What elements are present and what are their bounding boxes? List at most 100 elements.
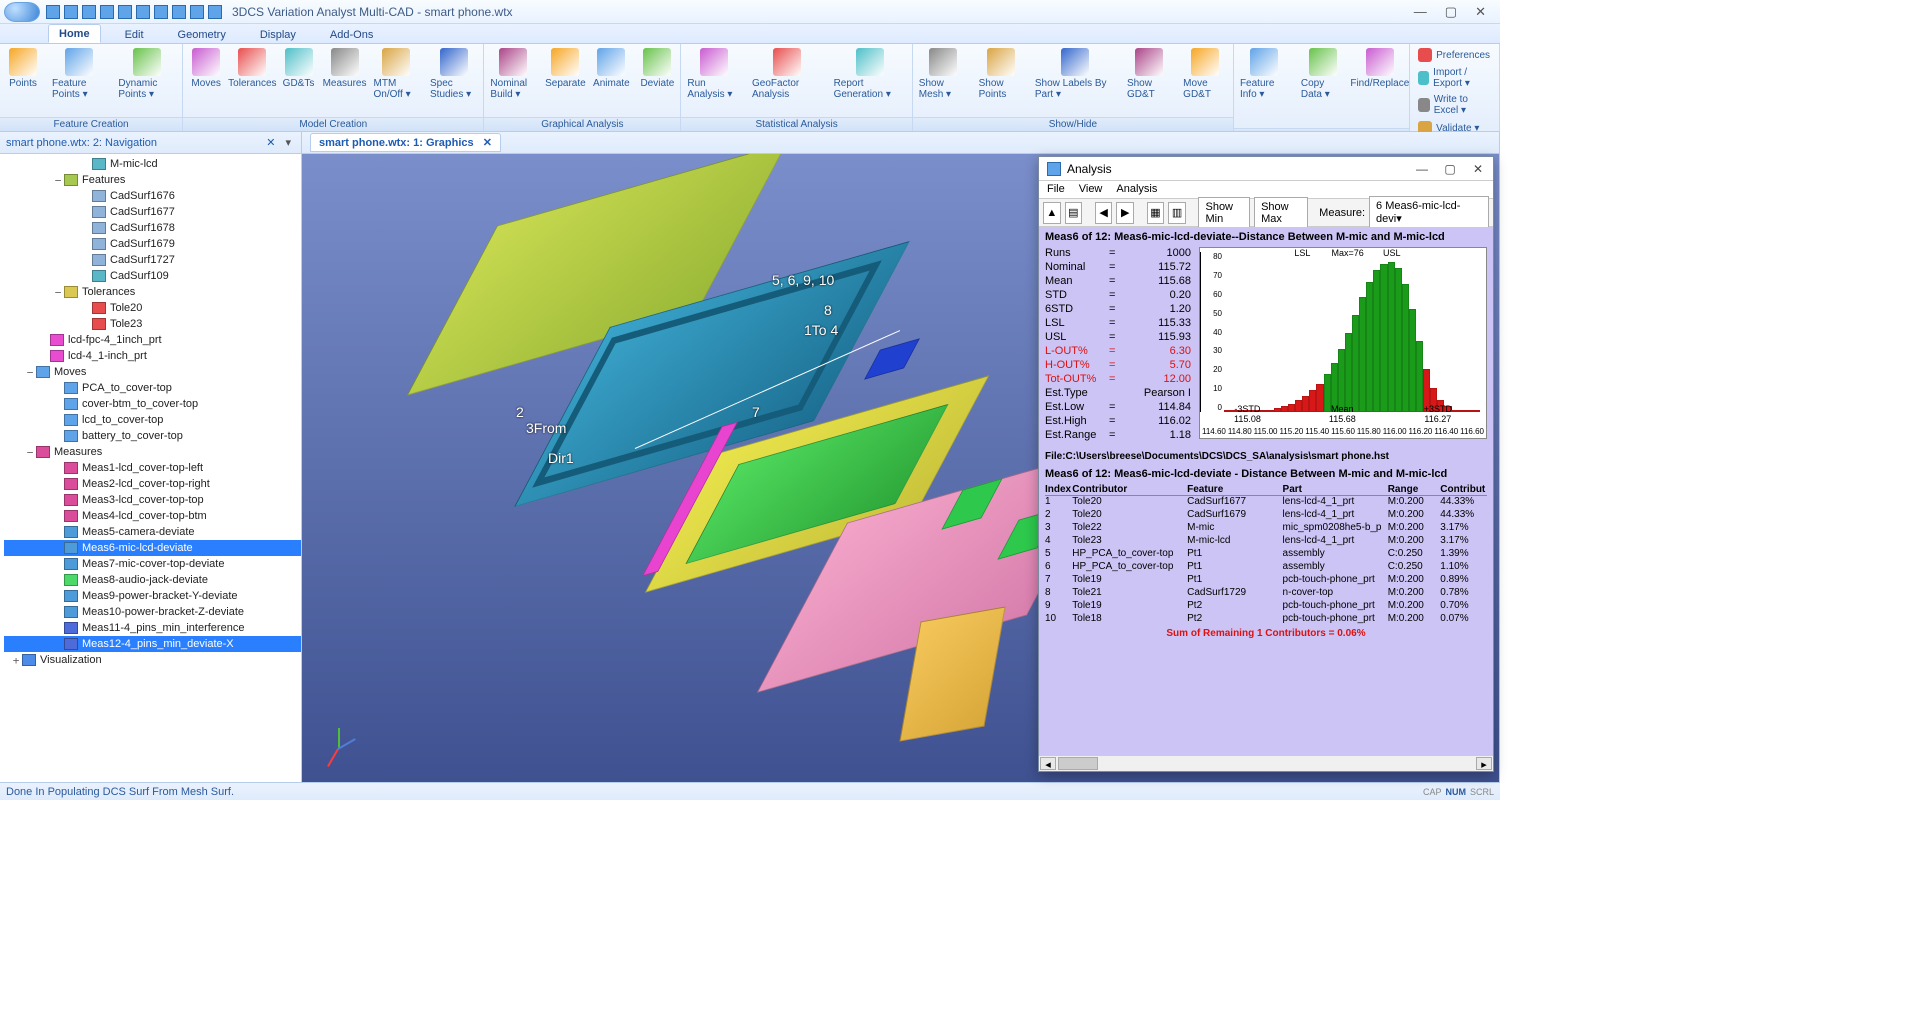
ribbon-tab-edit[interactable]: Edit <box>115 26 154 43</box>
contrib-row[interactable]: 1Tole20CadSurf1677lens-lcd-4_1_prtM:0.20… <box>1045 496 1487 509</box>
navigation-tree[interactable]: M-mic-lcd−FeaturesCadSurf1676CadSurf1677… <box>0 154 301 782</box>
tree-item[interactable]: M-mic-lcd <box>4 156 301 172</box>
tree-item[interactable]: Tole20 <box>4 300 301 316</box>
ribbon-btn[interactable]: Nominal Build ▾ <box>484 44 542 100</box>
tree-item[interactable]: Meas11-4_pins_min_interference <box>4 620 301 636</box>
quick-icon[interactable] <box>154 5 168 19</box>
nav-panel-dropdown[interactable]: ▾ <box>281 136 295 149</box>
contrib-row[interactable]: 2Tole20CadSurf1679lens-lcd-4_1_prtM:0.20… <box>1045 509 1487 522</box>
close-button[interactable]: ✕ <box>1475 4 1486 20</box>
analysis-minimize[interactable]: — <box>1415 162 1429 176</box>
ribbon-btn[interactable]: Deviate <box>634 44 680 89</box>
analysis-menu-file[interactable]: File <box>1047 183 1065 196</box>
ribbon-tab-add-ons[interactable]: Add-Ons <box>320 26 383 43</box>
quick-icon[interactable] <box>136 5 150 19</box>
tree-item[interactable]: Meas4-lcd_cover-top-btm <box>4 508 301 524</box>
show-min-button[interactable]: Show Min <box>1198 197 1250 229</box>
contrib-row[interactable]: 3Tole22M-micmic_spm0208he5-b_pM:0.2003.1… <box>1045 522 1487 535</box>
ribbon-btn[interactable]: Move GD&T <box>1177 44 1233 100</box>
tree-item[interactable]: CadSurf1678 <box>4 220 301 236</box>
quick-icon[interactable] <box>208 5 222 19</box>
tree-item[interactable]: CadSurf1727 <box>4 252 301 268</box>
opts-icon-2[interactable]: ▥ <box>1168 202 1186 224</box>
contrib-row[interactable]: 6HP_PCA_to_cover-topPt1assemblyC:0.2501.… <box>1045 561 1487 574</box>
ribbon-btn[interactable]: Tolerances <box>229 44 275 89</box>
analysis-hscroll[interactable]: ◂ ▸ <box>1039 755 1493 771</box>
ribbon-btn[interactable]: MTM On/Off ▾ <box>368 44 425 100</box>
contrib-row[interactable]: 4Tole23M-mic-lcdlens-lcd-4_1_prtM:0.2003… <box>1045 535 1487 548</box>
tree-item[interactable]: battery_to_cover-top <box>4 428 301 444</box>
ribbon-btn[interactable]: GD&Ts <box>276 44 322 89</box>
ribbon-btn[interactable]: Report Generation ▾ <box>828 44 912 100</box>
tree-item[interactable]: Meas6-mic-lcd-deviate <box>4 540 301 556</box>
bar-icon[interactable]: ▤ <box>1065 202 1083 224</box>
graphics-tab[interactable]: smart phone.wtx: 1: Graphics ✕ <box>310 133 501 152</box>
analysis-menu-analysis[interactable]: Analysis <box>1116 183 1157 196</box>
tree-item[interactable]: lcd-fpc-4_1inch_prt <box>4 332 301 348</box>
analysis-menu-view[interactable]: View <box>1079 183 1103 196</box>
tree-item[interactable]: Meas10-power-bracket-Z-deviate <box>4 604 301 620</box>
ribbon-btn[interactable]: Copy Data ▾ <box>1295 44 1351 100</box>
ribbon-btn[interactable]: Run Analysis ▾ <box>681 44 746 100</box>
ribbon-btn[interactable]: Measures <box>322 44 368 89</box>
contrib-row[interactable]: 5HP_PCA_to_cover-topPt1assemblyC:0.2501.… <box>1045 548 1487 561</box>
ribbon-btn[interactable]: Preferences <box>1414 46 1495 64</box>
ribbon-tab-display[interactable]: Display <box>250 26 306 43</box>
tree-item[interactable]: Meas2-lcd_cover-top-right <box>4 476 301 492</box>
ribbon-tab-geometry[interactable]: Geometry <box>168 26 236 43</box>
ribbon-btn[interactable]: Spec Studies ▾ <box>424 44 483 100</box>
ribbon-btn[interactable]: Feature Info ▾ <box>1234 44 1295 100</box>
show-max-button[interactable]: Show Max <box>1254 197 1308 229</box>
ribbon-btn[interactable]: Points <box>0 44 46 89</box>
ribbon-tab-home[interactable]: Home <box>48 24 101 43</box>
ribbon-btn[interactable]: GeoFactor Analysis <box>746 44 828 100</box>
tree-item[interactable]: Meas3-lcd_cover-top-top <box>4 492 301 508</box>
ribbon-btn[interactable]: Separate <box>542 44 588 89</box>
tree-item[interactable]: −Tolerances <box>4 284 301 300</box>
ribbon-btn[interactable]: Show Points <box>973 44 1029 100</box>
ribbon-btn[interactable]: Show Labels By Part ▾ <box>1029 44 1121 100</box>
ribbon-btn[interactable]: Feature Points ▾ <box>46 44 112 100</box>
tree-item[interactable]: CadSurf1679 <box>4 236 301 252</box>
ribbon-btn[interactable]: Show GD&T <box>1121 44 1177 100</box>
quick-icon[interactable] <box>64 5 78 19</box>
contrib-row[interactable]: 7Tole19Pt1pcb-touch-phone_prtM:0.2000.89… <box>1045 574 1487 587</box>
axis-triad[interactable] <box>320 728 360 768</box>
opts-icon-1[interactable]: ▦ <box>1147 202 1165 224</box>
tree-item[interactable]: Tole23 <box>4 316 301 332</box>
tree-item[interactable]: +Visualization <box>4 652 301 668</box>
tree-item[interactable]: Meas9-power-bracket-Y-deviate <box>4 588 301 604</box>
tree-item[interactable]: −Features <box>4 172 301 188</box>
analysis-titlebar[interactable]: Analysis — ▢ ✕ <box>1039 157 1493 181</box>
ribbon-btn[interactable]: Import / Export ▾ <box>1414 65 1495 91</box>
quick-icon[interactable] <box>82 5 96 19</box>
tree-item[interactable]: Meas12-4_pins_min_deviate-X <box>4 636 301 652</box>
tree-item[interactable]: Meas7-mic-cover-top-deviate <box>4 556 301 572</box>
scroll-thumb[interactable] <box>1058 757 1098 770</box>
tree-item[interactable]: Meas8-audio-jack-deviate <box>4 572 301 588</box>
maximize-button[interactable]: ▢ <box>1445 4 1457 20</box>
contrib-row[interactable]: 9Tole19Pt2pcb-touch-phone_prtM:0.2000.70… <box>1045 600 1487 613</box>
quick-icon[interactable] <box>172 5 186 19</box>
tree-item[interactable]: CadSurf1676 <box>4 188 301 204</box>
analysis-maximize[interactable]: ▢ <box>1443 162 1457 176</box>
minimize-button[interactable]: — <box>1414 4 1427 20</box>
quick-icon[interactable] <box>46 5 60 19</box>
hist-icon[interactable]: ▲ <box>1043 202 1061 224</box>
analysis-close[interactable]: ✕ <box>1471 162 1485 176</box>
tree-item[interactable]: CadSurf1677 <box>4 204 301 220</box>
next-measure-button[interactable]: ▶ <box>1116 202 1134 224</box>
nav-panel-close[interactable]: ✕ <box>266 136 275 149</box>
ribbon-btn[interactable]: Animate <box>588 44 634 89</box>
ribbon-btn[interactable]: Moves <box>183 44 229 89</box>
ribbon-btn[interactable]: Show Mesh ▾ <box>913 44 973 100</box>
quick-icon[interactable] <box>118 5 132 19</box>
ribbon-btn[interactable]: Write to Excel ▾ <box>1414 92 1495 118</box>
tree-item[interactable]: −Moves <box>4 364 301 380</box>
tree-item[interactable]: CadSurf109 <box>4 268 301 284</box>
tree-item[interactable]: PCA_to_cover-top <box>4 380 301 396</box>
scroll-left[interactable]: ◂ <box>1040 757 1056 770</box>
quick-icon[interactable] <box>100 5 114 19</box>
graphics-tab-close[interactable]: ✕ <box>483 137 492 149</box>
ribbon-btn[interactable]: Find/Replace <box>1350 44 1409 89</box>
